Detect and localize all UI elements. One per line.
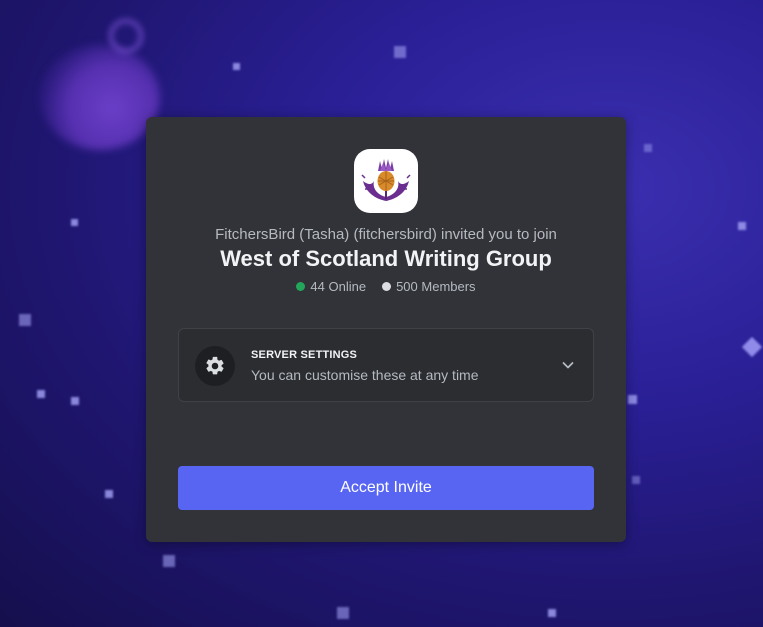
member-count: 500 Members	[396, 279, 476, 294]
background-star	[71, 219, 78, 226]
background-star	[71, 397, 79, 405]
background-orb	[40, 45, 160, 150]
background-star	[337, 607, 349, 619]
settings-subtitle: You can customise these at any time	[251, 367, 479, 383]
background-star	[163, 555, 175, 567]
chevron-down-icon[interactable]	[561, 358, 575, 372]
thistle-icon	[361, 159, 411, 201]
background-star	[19, 314, 31, 326]
background-orb-neck	[108, 18, 144, 54]
background-star	[644, 144, 652, 152]
members-dot-icon	[382, 282, 392, 291]
background-star	[738, 222, 746, 230]
gear-icon-wrap	[195, 346, 235, 386]
background-star	[628, 395, 637, 404]
online-dot-icon	[296, 282, 306, 291]
inviter-text: FitchersBird (Tasha) (fitchersbird) invi…	[215, 226, 557, 243]
background-sparkle	[741, 336, 763, 358]
background-star	[394, 46, 406, 58]
server-name: West of Scotland Writing Group	[220, 246, 552, 271]
online-count: 44 Online	[310, 279, 367, 294]
server-settings-toggle[interactable]: SERVER SETTINGS You can customise these …	[178, 328, 594, 402]
server-stats: 44 Online 500 Members	[146, 279, 626, 294]
background-star	[105, 490, 113, 498]
background-star	[548, 609, 556, 617]
background-star	[37, 390, 45, 398]
online-stat: 44 Online	[296, 279, 366, 294]
settings-title: SERVER SETTINGS	[251, 349, 358, 361]
accept-invite-button[interactable]: Accept Invite	[178, 466, 594, 510]
gear-icon	[206, 356, 224, 375]
background-star	[632, 476, 640, 484]
invite-modal: FitchersBird (Tasha) (fitchersbird) invi…	[146, 117, 626, 542]
background-star	[233, 63, 240, 70]
members-stat: 500 Members	[382, 279, 476, 294]
server-icon	[354, 149, 418, 213]
